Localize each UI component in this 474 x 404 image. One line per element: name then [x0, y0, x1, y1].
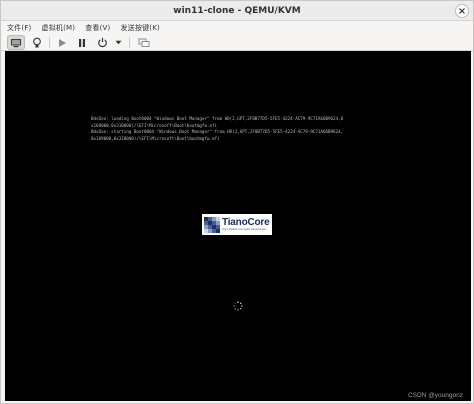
tianocore-tagline: Open Platform Firmware Development: [222, 228, 267, 231]
close-button[interactable]: [455, 4, 469, 18]
pause-icon: [79, 38, 85, 47]
boot-line: x109000,0x31B000)/\EFI\Microsoft\Boot\bo…: [91, 122, 218, 128]
tianocore-grid-icon: [204, 216, 220, 233]
boot-line: BdsDxe: starting Boot0004 "Windows Boot …: [91, 129, 344, 135]
boot-line: 0x109000,0x31B000)/\EFI\Microsoft\Boot\b…: [91, 135, 220, 141]
title-bar: win11-clone - QEMU/KVM: [1, 1, 473, 21]
tianocore-text: TianoCore Open Platform Firmware Develop…: [222, 217, 270, 232]
loading-spinner-icon: [233, 301, 243, 311]
dropdown-arrow-icon: [115, 40, 121, 45]
details-button[interactable]: [28, 35, 46, 50]
fullscreen-button[interactable]: [135, 35, 153, 50]
toolbar: [1, 34, 473, 51]
monitor-icon: [11, 38, 21, 47]
fullscreen-icon: [138, 38, 150, 47]
vm-window: win11-clone - QEMU/KVM 文件(F) 虚拟机(M) 查看(V…: [0, 0, 474, 404]
power-menu-button[interactable]: [111, 35, 125, 50]
pause-button[interactable]: [73, 35, 91, 50]
menu-view[interactable]: 查看(V): [85, 23, 110, 33]
toolbar-separator: [129, 37, 130, 48]
close-icon: [459, 8, 465, 14]
boot-line: BdsDxe: loading Boot0004 "Windows Boot M…: [91, 116, 344, 121]
watermark: CSDN @youngonz: [407, 392, 463, 399]
tianocore-name: TianoCore: [222, 217, 270, 228]
console-view-button[interactable]: [7, 35, 25, 50]
power-button[interactable]: [93, 35, 111, 50]
power-icon: [97, 37, 107, 48]
play-icon: [59, 38, 66, 47]
menu-bar: 文件(F) 虚拟机(M) 查看(V) 发送按键(K): [1, 21, 473, 34]
vm-console-screen[interactable]: BdsDxe: loading Boot0004 "Windows Boot M…: [5, 51, 471, 401]
tianocore-logo: TianoCore Open Platform Firmware Develop…: [202, 214, 272, 235]
lightbulb-icon: [33, 37, 41, 47]
window-title: win11-clone - QEMU/KVM: [173, 5, 301, 16]
run-button[interactable]: [53, 35, 71, 50]
toolbar-separator: [49, 37, 50, 48]
boot-log: BdsDxe: loading Boot0004 "Windows Boot M…: [91, 116, 471, 142]
menu-send-key[interactable]: 发送按键(K): [120, 23, 159, 33]
menu-file[interactable]: 文件(F): [7, 23, 32, 33]
menu-virtual-machine[interactable]: 虚拟机(M): [42, 23, 76, 33]
